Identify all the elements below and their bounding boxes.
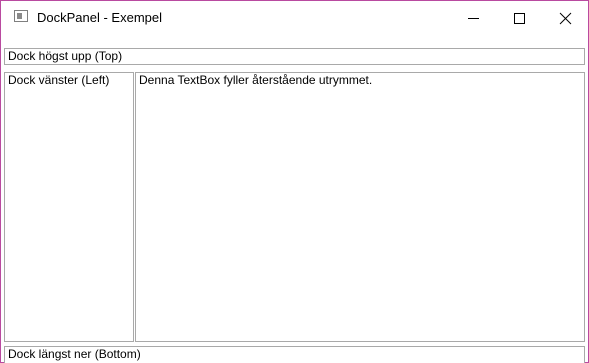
maximize-button[interactable] (496, 1, 542, 37)
app-window: DockPanel - Exempel Dock högst upp (Top)… (0, 0, 589, 363)
dock-left-textbox[interactable]: Dock vänster (Left) (4, 72, 134, 342)
window-app-icon[interactable] (14, 10, 28, 22)
close-icon (559, 12, 572, 25)
close-button[interactable] (542, 1, 588, 37)
maximize-icon (514, 13, 525, 24)
window-title: DockPanel - Exempel (37, 10, 162, 25)
fill-textbox[interactable]: Denna TextBox fyller återstående utrymme… (135, 72, 585, 342)
minimize-icon (468, 18, 479, 19)
dock-top-textbox[interactable]: Dock högst upp (Top) (4, 48, 585, 65)
title-bar[interactable]: DockPanel - Exempel (1, 1, 588, 37)
dock-bottom-textbox[interactable]: Dock längst ner (Bottom) (4, 346, 585, 363)
app-icon-glyph (17, 13, 22, 19)
minimize-button[interactable] (450, 1, 496, 37)
